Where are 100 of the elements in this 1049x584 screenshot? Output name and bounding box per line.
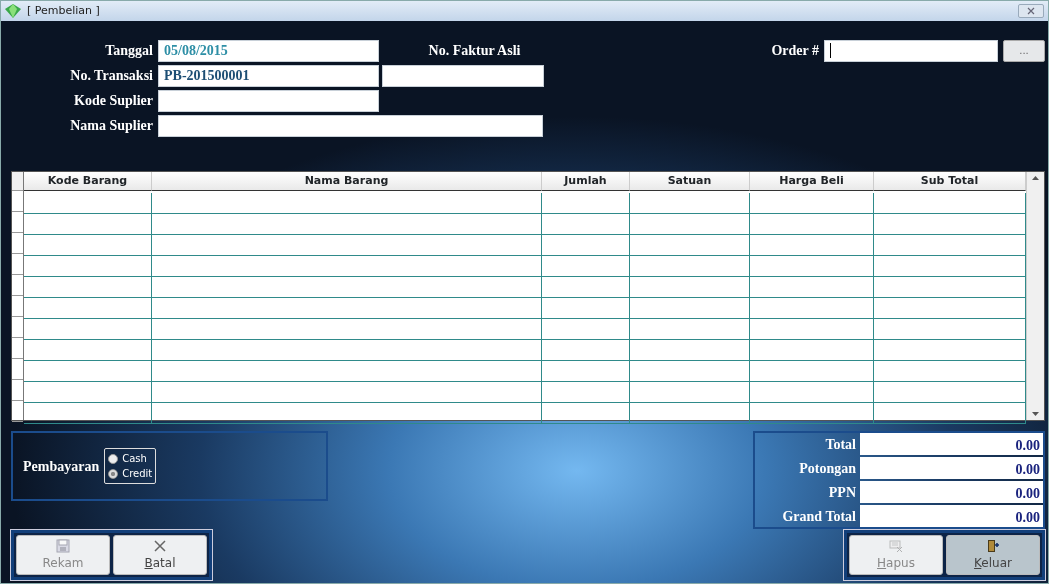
scroll-up-icon[interactable] [1032, 176, 1039, 180]
column-header[interactable]: Satuan [630, 172, 750, 191]
radio-option[interactable]: Cash [108, 451, 153, 466]
input-field[interactable] [158, 114, 543, 137]
field-label: Order # [771, 42, 819, 60]
column-header[interactable]: Sub Total [874, 172, 1026, 191]
table-cell[interactable] [750, 214, 874, 235]
total-label: Potongan [798, 459, 857, 478]
total-field: 0.00 [860, 505, 1043, 527]
table-cell[interactable] [542, 298, 630, 319]
corner-cell [12, 172, 23, 191]
table-cell[interactable] [24, 403, 152, 424]
table-cell[interactable] [750, 382, 874, 403]
total-label: Grand Total [781, 507, 857, 526]
total-field: 0.00 [860, 433, 1043, 455]
input-field[interactable]: 05/08/2015 [158, 39, 379, 62]
table-cell[interactable] [630, 235, 750, 256]
table-cell[interactable] [152, 403, 542, 424]
table-cell[interactable] [630, 340, 750, 361]
table-cell[interactable] [542, 340, 630, 361]
column-header[interactable]: Harga Beli [750, 172, 874, 191]
table-cell[interactable] [630, 361, 750, 382]
column-header[interactable]: Nama Barang [152, 172, 542, 191]
field-label: No. Transaksi [69, 67, 153, 85]
erase-icon [889, 538, 903, 553]
table-cell[interactable] [24, 340, 152, 361]
column-header[interactable]: Kode Barang [24, 172, 152, 191]
field-label: Kode Suplier [73, 92, 153, 110]
table-cell[interactable] [630, 298, 750, 319]
table-cell[interactable] [630, 277, 750, 298]
close-button[interactable] [1018, 4, 1044, 18]
table-cell[interactable] [152, 340, 542, 361]
table-cell[interactable] [750, 361, 874, 382]
table-cell[interactable] [750, 340, 874, 361]
column-header[interactable]: Jumlah [542, 172, 630, 191]
table-cell[interactable] [750, 298, 874, 319]
browse-button[interactable]: ... [1003, 39, 1045, 62]
table-cell[interactable] [24, 235, 152, 256]
table-cell[interactable] [630, 193, 750, 214]
table-cell[interactable] [24, 319, 152, 340]
window-title: [ Pembelian ] [27, 2, 100, 19]
scroll-down-icon[interactable] [1032, 412, 1039, 416]
table-cell[interactable] [24, 382, 152, 403]
table-cell[interactable] [152, 361, 542, 382]
table-cell[interactable] [542, 256, 630, 277]
table-cell[interactable] [750, 403, 874, 424]
table-cell[interactable] [750, 193, 874, 214]
table-cell[interactable] [152, 298, 542, 319]
input-field[interactable] [382, 64, 544, 87]
payment-label: Pembayaran [23, 457, 100, 476]
table-cell[interactable] [152, 277, 542, 298]
input-field[interactable]: PB-201500001 [158, 64, 379, 87]
table-cell[interactable] [542, 214, 630, 235]
table-cell[interactable] [24, 361, 152, 382]
table-cell[interactable] [542, 403, 630, 424]
field-label: Nama Suplier [69, 117, 153, 135]
door-icon [986, 538, 1000, 553]
field-label: Tanggal [104, 42, 153, 60]
table-cell[interactable] [542, 277, 630, 298]
scrollbar[interactable] [1026, 172, 1044, 420]
total-label: Total [824, 435, 857, 454]
table-cell[interactable] [24, 193, 152, 214]
radio-option[interactable]: Credit [108, 466, 153, 481]
table-cell[interactable] [24, 277, 152, 298]
total-label: PPN [827, 483, 857, 502]
table-cell[interactable] [630, 214, 750, 235]
table-cell[interactable] [750, 277, 874, 298]
table-cell[interactable] [630, 319, 750, 340]
input-field[interactable] [158, 89, 379, 112]
table-cell[interactable] [152, 235, 542, 256]
table-cell[interactable] [24, 256, 152, 277]
table-cell[interactable] [542, 193, 630, 214]
toolbar-button[interactable]: Batal [113, 535, 207, 575]
table-cell[interactable] [630, 382, 750, 403]
table-cell[interactable] [152, 214, 542, 235]
table-cell[interactable] [542, 382, 630, 403]
table-cell[interactable] [630, 256, 750, 277]
toolbar-button[interactable]: Keluar [946, 535, 1040, 575]
close-icon [1027, 7, 1035, 15]
text-cursor [830, 43, 831, 58]
table-cell[interactable] [152, 382, 542, 403]
field-label: No. Faktur Asli [427, 42, 522, 60]
table-cell[interactable] [152, 256, 542, 277]
cross-icon [153, 538, 167, 553]
table-cell[interactable] [24, 298, 152, 319]
input-field[interactable] [824, 39, 998, 62]
table-cell[interactable] [542, 361, 630, 382]
table-cell[interactable] [542, 235, 630, 256]
table-cell[interactable] [750, 235, 874, 256]
table-cell[interactable] [750, 319, 874, 340]
table-cell[interactable] [542, 319, 630, 340]
table-cell[interactable] [874, 403, 1026, 424]
floppy-icon [56, 538, 70, 553]
table-cell[interactable] [630, 403, 750, 424]
app-icon [5, 4, 21, 18]
table-cell[interactable] [152, 319, 542, 340]
table-cell[interactable] [152, 193, 542, 214]
table-cell[interactable] [24, 214, 152, 235]
total-field: 0.00 [860, 457, 1043, 479]
table-cell[interactable] [750, 256, 874, 277]
